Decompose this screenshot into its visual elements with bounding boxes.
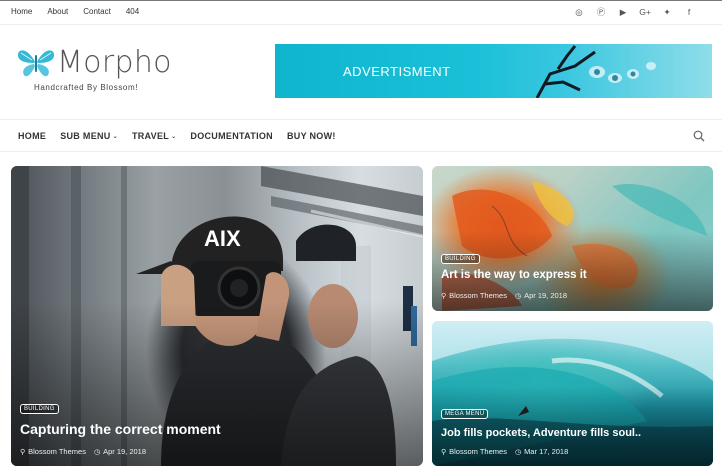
- main-navigation: HOME SUB MENU ⌄ TRAVEL ⌄ DOCUMENTATION BUY…: [0, 119, 722, 152]
- user-icon: ⚲: [441, 292, 447, 300]
- chevron-down-icon: ⌄: [171, 134, 177, 140]
- post-title[interactable]: Job fills pockets, Adventure fills soul.…: [441, 427, 641, 439]
- category-badge[interactable]: BUILDING: [20, 404, 59, 414]
- card-overlay: [11, 301, 423, 466]
- category-badge[interactable]: BUILDING: [441, 254, 480, 264]
- post-author[interactable]: Blossom Themes: [449, 291, 507, 300]
- post-card[interactable]: MEGA MENU Job fills pockets, Adventure f…: [432, 321, 713, 466]
- nav-item-sub-menu-label: SUB MENU: [60, 131, 111, 141]
- facebook-icon[interactable]: f: [684, 7, 694, 17]
- svg-text:AIX: AIX: [204, 226, 241, 251]
- user-icon: ⚲: [20, 448, 26, 456]
- chevron-down-icon: ⌄: [112, 134, 118, 140]
- nav-item-travel-label: TRAVEL: [131, 131, 170, 141]
- top-link-404[interactable]: 404: [126, 7, 139, 16]
- post-date[interactable]: Apr 19, 2018: [524, 291, 567, 300]
- advertisement-banner[interactable]: ADVERTISMENT: [275, 44, 712, 98]
- post-author[interactable]: Blossom Themes: [28, 447, 86, 456]
- search-icon[interactable]: [693, 130, 705, 142]
- top-nav: Home About Contact 404: [11, 7, 154, 16]
- ad-art-image: [535, 45, 656, 98]
- top-bar: Home About Contact 404 ◎ Ⓟ ▶ G+ ✦ f: [0, 0, 722, 25]
- post-title[interactable]: Capturing the correct moment: [20, 421, 221, 437]
- social-links: ◎ Ⓟ ▶ G+ ✦ f: [574, 7, 694, 18]
- post-meta: ⚲ Blossom Themes ◷ Mar 17, 2018: [441, 447, 568, 456]
- site-tagline: Handcrafted By Blossom!: [34, 83, 139, 92]
- ad-label: ADVERTISMENT: [343, 64, 451, 79]
- post-author[interactable]: Blossom Themes: [449, 447, 507, 456]
- clock-icon: ◷: [93, 448, 101, 456]
- category-badge[interactable]: MEGA MENU: [441, 409, 489, 419]
- nav-item-buy-now[interactable]: BUY NOW!: [287, 131, 336, 141]
- post-date[interactable]: Apr 19, 2018: [103, 447, 146, 456]
- nav-item-sub-menu[interactable]: SUB MENU ⌄: [60, 131, 118, 141]
- site-title[interactable]: Morpho: [57, 46, 172, 80]
- user-icon: ⚲: [441, 448, 447, 456]
- post-meta: ⚲ Blossom Themes ◷ Apr 19, 2018: [20, 447, 146, 456]
- youtube-icon[interactable]: ▶: [618, 7, 628, 17]
- google-plus-icon[interactable]: G+: [639, 7, 651, 17]
- clock-icon: ◷: [514, 448, 522, 456]
- nav-item-documentation[interactable]: DOCUMENTATION: [190, 131, 273, 141]
- nav-item-home[interactable]: HOME: [18, 131, 46, 141]
- top-link-home[interactable]: Home: [11, 7, 32, 16]
- post-date[interactable]: Mar 17, 2018: [524, 447, 568, 456]
- featured-post-card[interactable]: AIX BUILDING Capturing the correct momen…: [11, 166, 423, 466]
- top-link-contact[interactable]: Contact: [83, 7, 111, 16]
- top-link-about[interactable]: About: [47, 7, 68, 16]
- post-title[interactable]: Art is the way to express it: [441, 269, 587, 281]
- post-card[interactable]: BUILDING Art is the way to express it ⚲ …: [432, 166, 713, 311]
- post-meta: ⚲ Blossom Themes ◷ Apr 19, 2018: [441, 291, 567, 300]
- twitter-icon[interactable]: ✦: [662, 7, 672, 17]
- clock-icon: ◷: [514, 292, 522, 300]
- nav-item-travel[interactable]: TRAVEL ⌄: [132, 131, 176, 141]
- butterfly-logo-icon: [18, 50, 54, 77]
- instagram-icon[interactable]: ◎: [574, 7, 584, 17]
- pinterest-icon[interactable]: Ⓟ: [596, 7, 606, 17]
